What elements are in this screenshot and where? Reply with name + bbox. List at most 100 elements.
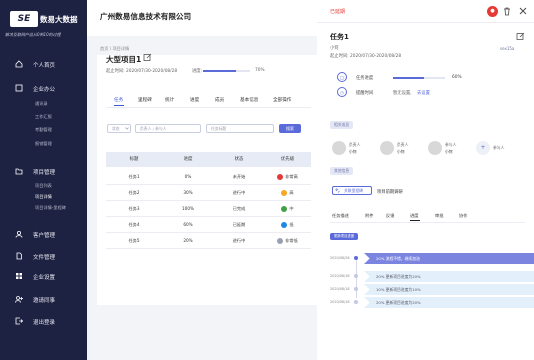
subtab-approval[interactable]: 审批 [435, 213, 443, 219]
tab-all-actions[interactable]: 全部操作 [273, 97, 291, 103]
member-role: 参与人 [493, 145, 505, 150]
avatar [380, 141, 394, 155]
panel-progress-value: 60% [452, 75, 462, 80]
overdue-badge: 已延期 [330, 9, 346, 15]
tab-basic-info[interactable]: 基本信息 [240, 97, 258, 103]
logout-icon [15, 317, 23, 325]
brand-name: 数易大数据 [40, 15, 78, 24]
panel-time: 起止时间: 2020/07/30-2020/08/28 [330, 54, 402, 59]
col-status: 状态 [214, 152, 264, 167]
tab-progress[interactable]: 进度 [190, 97, 199, 103]
office-icon [15, 84, 23, 92]
nav-item-customer[interactable]: 客户管理 [0, 226, 87, 242]
nav-item-office[interactable]: 企业办公 [0, 80, 87, 96]
progress-value: 70% [255, 68, 265, 73]
priority-dot [281, 206, 288, 212]
priority-dot [281, 190, 288, 196]
tab-members[interactable]: 成员 [215, 97, 224, 103]
sub-item-report[interactable]: 工作汇报 [35, 114, 52, 120]
chevron-down-icon [125, 127, 129, 130]
subtab-divider [330, 222, 525, 223]
slogan: 解决互联网产品从0到10的过程 [5, 32, 61, 37]
project-progress-bar [203, 70, 250, 72]
invite-icon [15, 296, 23, 303]
close-icon[interactable] [519, 7, 527, 15]
home-icon [15, 60, 23, 68]
sidebar: SE 数易大数据 解决互联网产品从0到10的过程 个人首页 企业办公 通讯录 工… [0, 0, 87, 360]
fire-icon[interactable]: ● [487, 6, 498, 17]
owner-input[interactable]: 负责人 / 参与人 [135, 124, 201, 133]
breadcrumb[interactable]: 首页 \ 项目详情 [100, 46, 129, 52]
nav-item-home[interactable]: 个人首页 [0, 56, 87, 72]
member-name: 小何 [349, 149, 357, 154]
task-title-input[interactable]: 任务标题 [206, 124, 274, 133]
sub-item-project-list[interactable]: 项目列表 [35, 183, 52, 189]
add-member-button[interactable]: + [476, 141, 490, 155]
edit-icon[interactable] [143, 53, 152, 62]
col-progress: 进度 [162, 152, 214, 167]
priority-dot [281, 222, 288, 228]
tab-stats[interactable]: 统计 [165, 97, 174, 103]
clock-icon: ◷ [337, 87, 347, 97]
remind-set-link[interactable]: 去设置 [417, 90, 430, 96]
panel-task-title: 任务1 [330, 33, 349, 41]
file-icon [16, 252, 22, 260]
row-divider [106, 248, 311, 249]
panel-divider [317, 22, 534, 23]
tabs-divider [106, 107, 311, 108]
progress-icon: ◯ [337, 72, 347, 82]
subtab-progress[interactable]: 进度 [410, 213, 418, 219]
members-chip: 相关成员 [330, 121, 354, 129]
panel-progress-label: 任务进度 [356, 76, 374, 81]
settings-icon [16, 273, 22, 279]
timeline-line [356, 258, 357, 298]
milestone-name: 项目前期调研 [377, 190, 403, 195]
task-progress-fill [393, 77, 425, 79]
avatar [332, 141, 346, 155]
trash-icon[interactable] [503, 7, 511, 16]
update-progress-button[interactable]: 更新项目进度 [330, 233, 358, 240]
priority-dot [277, 238, 284, 244]
member-name: 小何 [397, 149, 405, 154]
task-progress-bar [393, 77, 445, 79]
project-icon [15, 168, 23, 175]
subtab-description[interactable]: 任务描述 [332, 213, 349, 219]
member-role: 负责人 [397, 142, 409, 147]
subtab-feedback[interactable]: 反馈 [386, 213, 394, 219]
col-title: 标题 [106, 152, 162, 167]
progress-label: 进度: [192, 69, 203, 74]
member-role: 参与人 [445, 142, 457, 147]
project-time: 起止时间: 2020/07/30-2020/08/28 [106, 69, 178, 74]
search-button[interactable]: 搜索 [279, 124, 301, 133]
project-title: 大型项目1 [106, 55, 142, 64]
project-progress-fill [203, 70, 236, 72]
remind-label: 提醒时间 [356, 91, 374, 96]
sub-item-contacts[interactable]: 通讯录 [35, 101, 48, 107]
nav-item-file[interactable]: 文件管理 [0, 248, 87, 264]
subtab-collaboration[interactable]: 协作 [459, 213, 467, 219]
sub-item-project-milestone[interactable]: 项目详情-里程碑 [35, 205, 66, 211]
nav-item-logout[interactable]: 退出登录 [0, 313, 87, 329]
tab-milestone[interactable]: 里程碑 [138, 97, 152, 103]
logo: SE [10, 11, 38, 27]
sub-item-reimburse[interactable]: 报销管理 [35, 141, 52, 147]
subtab-attachments[interactable]: 附件 [365, 213, 373, 219]
task-code: sex15a [500, 46, 515, 51]
panel-creator: 小何 [330, 46, 339, 51]
link-icon [335, 188, 340, 193]
sub-item-project-detail[interactable]: 项目详情 [35, 194, 52, 200]
company-name: 广州数易信息技术有限公司 [100, 12, 192, 21]
tab-active-underline [114, 105, 124, 106]
tab-task[interactable]: 任务 [114, 97, 123, 103]
other-info-chip: 其他信息 [330, 167, 354, 175]
edit-icon[interactable] [516, 32, 525, 41]
nav-item-settings[interactable]: 企业设置 [0, 268, 87, 284]
nav-item-invite[interactable]: 邀请同事 [0, 291, 87, 307]
customer-icon [15, 230, 23, 238]
sub-item-attendance[interactable]: 考勤管理 [35, 127, 52, 133]
member-role: 负责人 [349, 142, 361, 147]
nav-item-project[interactable]: 项目管理 [0, 163, 87, 179]
avatar [428, 141, 442, 155]
remind-value: 暂无设置, [393, 91, 412, 96]
member-name: 小何 [445, 149, 453, 154]
